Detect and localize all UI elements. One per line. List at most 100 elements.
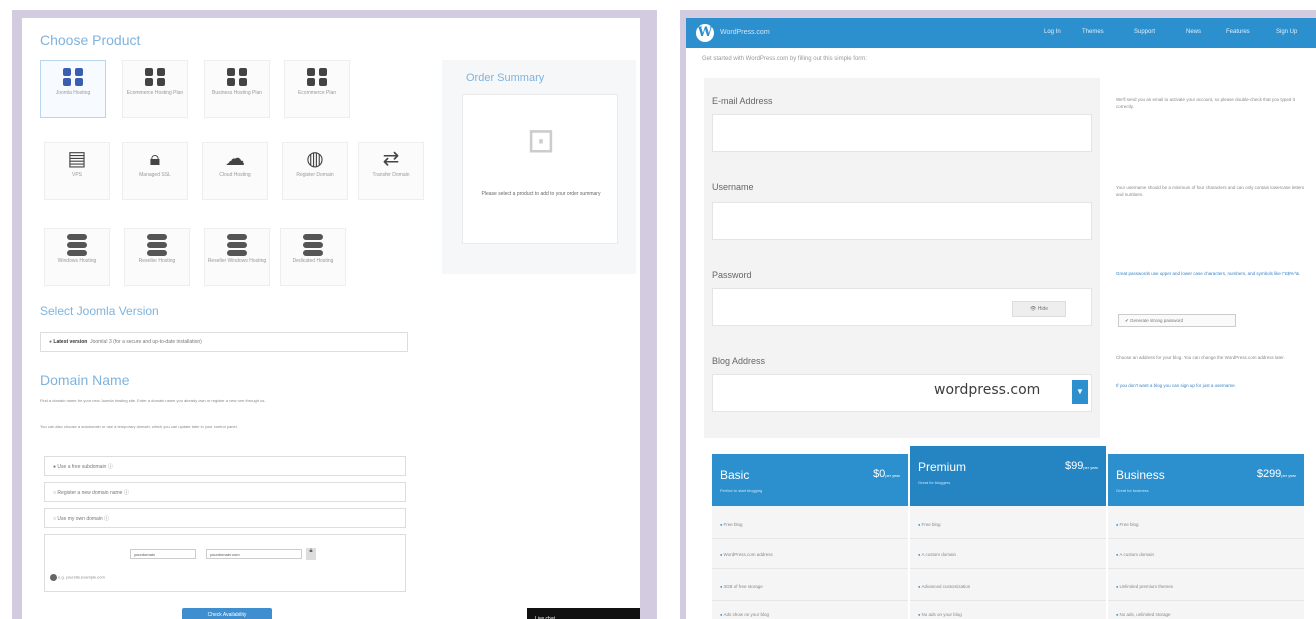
database-icon	[147, 234, 167, 256]
plan-price: $0per year	[873, 468, 900, 480]
product-managed-ssl[interactable]: 🔒︎ Managed SSL	[122, 142, 188, 200]
plan-feature: A custom domain	[918, 552, 957, 557]
plan-feature: A custom domain	[1116, 552, 1155, 557]
plan-tagline: Great for business	[1116, 488, 1149, 493]
blog-address-label: Blog Address	[712, 356, 766, 366]
cloud-icon: ☁	[225, 148, 245, 170]
choose-product-title: Choose Product	[40, 32, 141, 48]
product-cloud-hosting[interactable]: ☁ Cloud Hosting	[202, 142, 268, 200]
product-vps[interactable]: ▤ VPS	[44, 142, 110, 200]
right-screenshot-frame: W WordPress.com Log In Themes Support Ne…	[680, 10, 1316, 619]
plan-header: Premium Great for bloggers $99per year	[910, 446, 1106, 506]
transfer-arrows-icon: ⇄	[382, 148, 400, 170]
product-label: Reseller Hosting	[138, 258, 176, 264]
product-label: Ecommerce Plan	[297, 90, 337, 96]
divider	[1108, 538, 1304, 539]
select-version-title: Select Joomla Version	[40, 304, 159, 318]
wordpress-logo-icon[interactable]: W	[696, 24, 714, 42]
divider	[712, 538, 908, 539]
domain-input[interactable]: yourdomain.com	[206, 549, 302, 559]
subdomain-entry-box	[44, 534, 406, 592]
domain-description: Find a domain name for your new Joomla h…	[40, 398, 266, 403]
subdomain-input[interactable]: yourdomain	[130, 549, 196, 559]
nav-log-in[interactable]: Log In	[1044, 29, 1061, 35]
plan-feature: Ads show on your blog	[720, 612, 770, 617]
plan-price: $99per year	[1064, 460, 1098, 472]
domain-option-label: Use my own domain	[57, 516, 103, 522]
generate-password-button[interactable]: ✔ Generate strong password	[1118, 314, 1236, 327]
product-register-domain[interactable]: ◍ Register Domain	[282, 142, 348, 200]
product-label: Transfer Domain	[372, 172, 410, 178]
joomla-icon	[305, 66, 329, 88]
product-business-hosting[interactable]: Business Hosting Plan	[204, 60, 270, 118]
database-icon	[227, 234, 247, 256]
divider	[712, 568, 908, 569]
nav-features[interactable]: Features	[1226, 29, 1250, 35]
product-label: Ecommerce Hosting Plan	[126, 90, 184, 96]
order-summary-text: Please select a product to add to your o…	[481, 191, 601, 197]
domain-option-label: Register a new domain name	[57, 490, 123, 496]
plan-feature: Free blog	[918, 522, 941, 527]
email-label: E-mail Address	[712, 96, 773, 106]
order-summary-panel: Order Summary ⊡ Please select a product …	[442, 60, 636, 274]
product-windows-hosting[interactable]: Windows Hosting	[44, 228, 110, 286]
server-icon: ▤	[67, 148, 87, 170]
plan-feature: No ads, unlimited storage	[1116, 612, 1171, 617]
email-field[interactable]	[712, 114, 1092, 152]
nav-support[interactable]: Support	[1134, 29, 1155, 35]
nav-sign-up[interactable]: Sign Up	[1276, 29, 1297, 35]
domain-note: e.g. yoursite.example.com	[50, 574, 105, 581]
plan-premium[interactable]: Premium Great for bloggers $99per year F…	[910, 446, 1106, 619]
plan-tagline: Great for bloggers	[918, 480, 951, 485]
product-ecommerce-plan[interactable]: Ecommerce Plan	[284, 60, 350, 118]
blog-help-text: Choose an address for your blog. You can…	[1116, 355, 1285, 360]
plan-business[interactable]: Business Great for business $299per year…	[1108, 454, 1304, 619]
database-icon	[303, 234, 323, 256]
product-reseller-hosting[interactable]: Reseller Hosting	[124, 228, 190, 286]
empty-cart-icon: ⊡	[526, 122, 556, 160]
divider	[1108, 600, 1304, 601]
top-nav-bar: W WordPress.com Log In Themes Support Ne…	[686, 18, 1316, 48]
plan-feature: Free blog	[1116, 522, 1139, 527]
product-label: Reseller Windows Hosting	[207, 258, 267, 264]
version-label: Latest version	[53, 339, 88, 345]
blog-domain-suffix: wordpress.com	[934, 382, 1041, 398]
nav-news[interactable]: News	[1186, 29, 1201, 35]
plan-name: Premium	[918, 460, 967, 474]
plan-basic[interactable]: Basic Perfect to start blogging $0per ye…	[712, 454, 908, 619]
page-subtitle: Get started with WordPress.com by fillin…	[702, 56, 867, 62]
product-reseller-windows-hosting[interactable]: Reseller Windows Hosting	[204, 228, 270, 286]
domain-option-own[interactable]: ○ Use my own domain ⓘ	[44, 508, 406, 528]
product-label: Windows Hosting	[57, 258, 97, 264]
check-availability-button[interactable]: Check Availability	[182, 608, 272, 619]
divider	[910, 568, 1106, 569]
username-field[interactable]	[712, 202, 1092, 240]
nav-themes[interactable]: Themes	[1082, 29, 1104, 35]
database-icon	[67, 234, 87, 256]
plan-price: $299per year	[1256, 468, 1296, 480]
domain-option-subdomain[interactable]: ● Use a free subdomain ⓘ	[44, 456, 406, 476]
chevron-down-icon[interactable]: ▼	[1072, 380, 1088, 404]
password-visibility-button[interactable]: 👁︎ Hide	[1012, 301, 1066, 317]
lock-icon: 🔒︎	[149, 148, 161, 170]
left-screenshot-frame: Choose Product Joomla Hosting Ecommerce …	[12, 10, 657, 619]
domain-note-text: e.g. yoursite.example.com	[58, 574, 105, 580]
domain-option-register[interactable]: ○ Register a new domain name ⓘ	[44, 482, 406, 502]
joomla-icon	[143, 66, 167, 88]
product-ecommerce-hosting[interactable]: Ecommerce Hosting Plan	[122, 60, 188, 118]
version-select[interactable]: ● Latest version Joomla! 3 (for a secure…	[40, 332, 408, 352]
divider	[910, 538, 1106, 539]
product-transfer-domain[interactable]: ⇄ Transfer Domain	[358, 142, 424, 200]
lock-icon: 🔒︎	[306, 548, 316, 560]
plan-header: Basic Perfect to start blogging $0per ye…	[712, 454, 908, 506]
plan-tagline: Perfect to start blogging	[720, 488, 763, 493]
username-label: Username	[712, 182, 754, 192]
product-label: Business Hosting Plan	[211, 90, 263, 96]
product-dedicated-hosting[interactable]: Dedicated Hosting	[280, 228, 346, 286]
live-chat-tab[interactable]: Live chat	[527, 608, 640, 619]
hosting-order-page: Choose Product Joomla Hosting Ecommerce …	[22, 18, 640, 619]
product-label: Register Domain	[296, 172, 334, 178]
product-joomla-hosting[interactable]: Joomla Hosting	[40, 60, 106, 118]
product-label: Cloud Hosting	[219, 172, 251, 178]
username-help-text: Your username should be a minimum of fou…	[1116, 185, 1305, 197]
